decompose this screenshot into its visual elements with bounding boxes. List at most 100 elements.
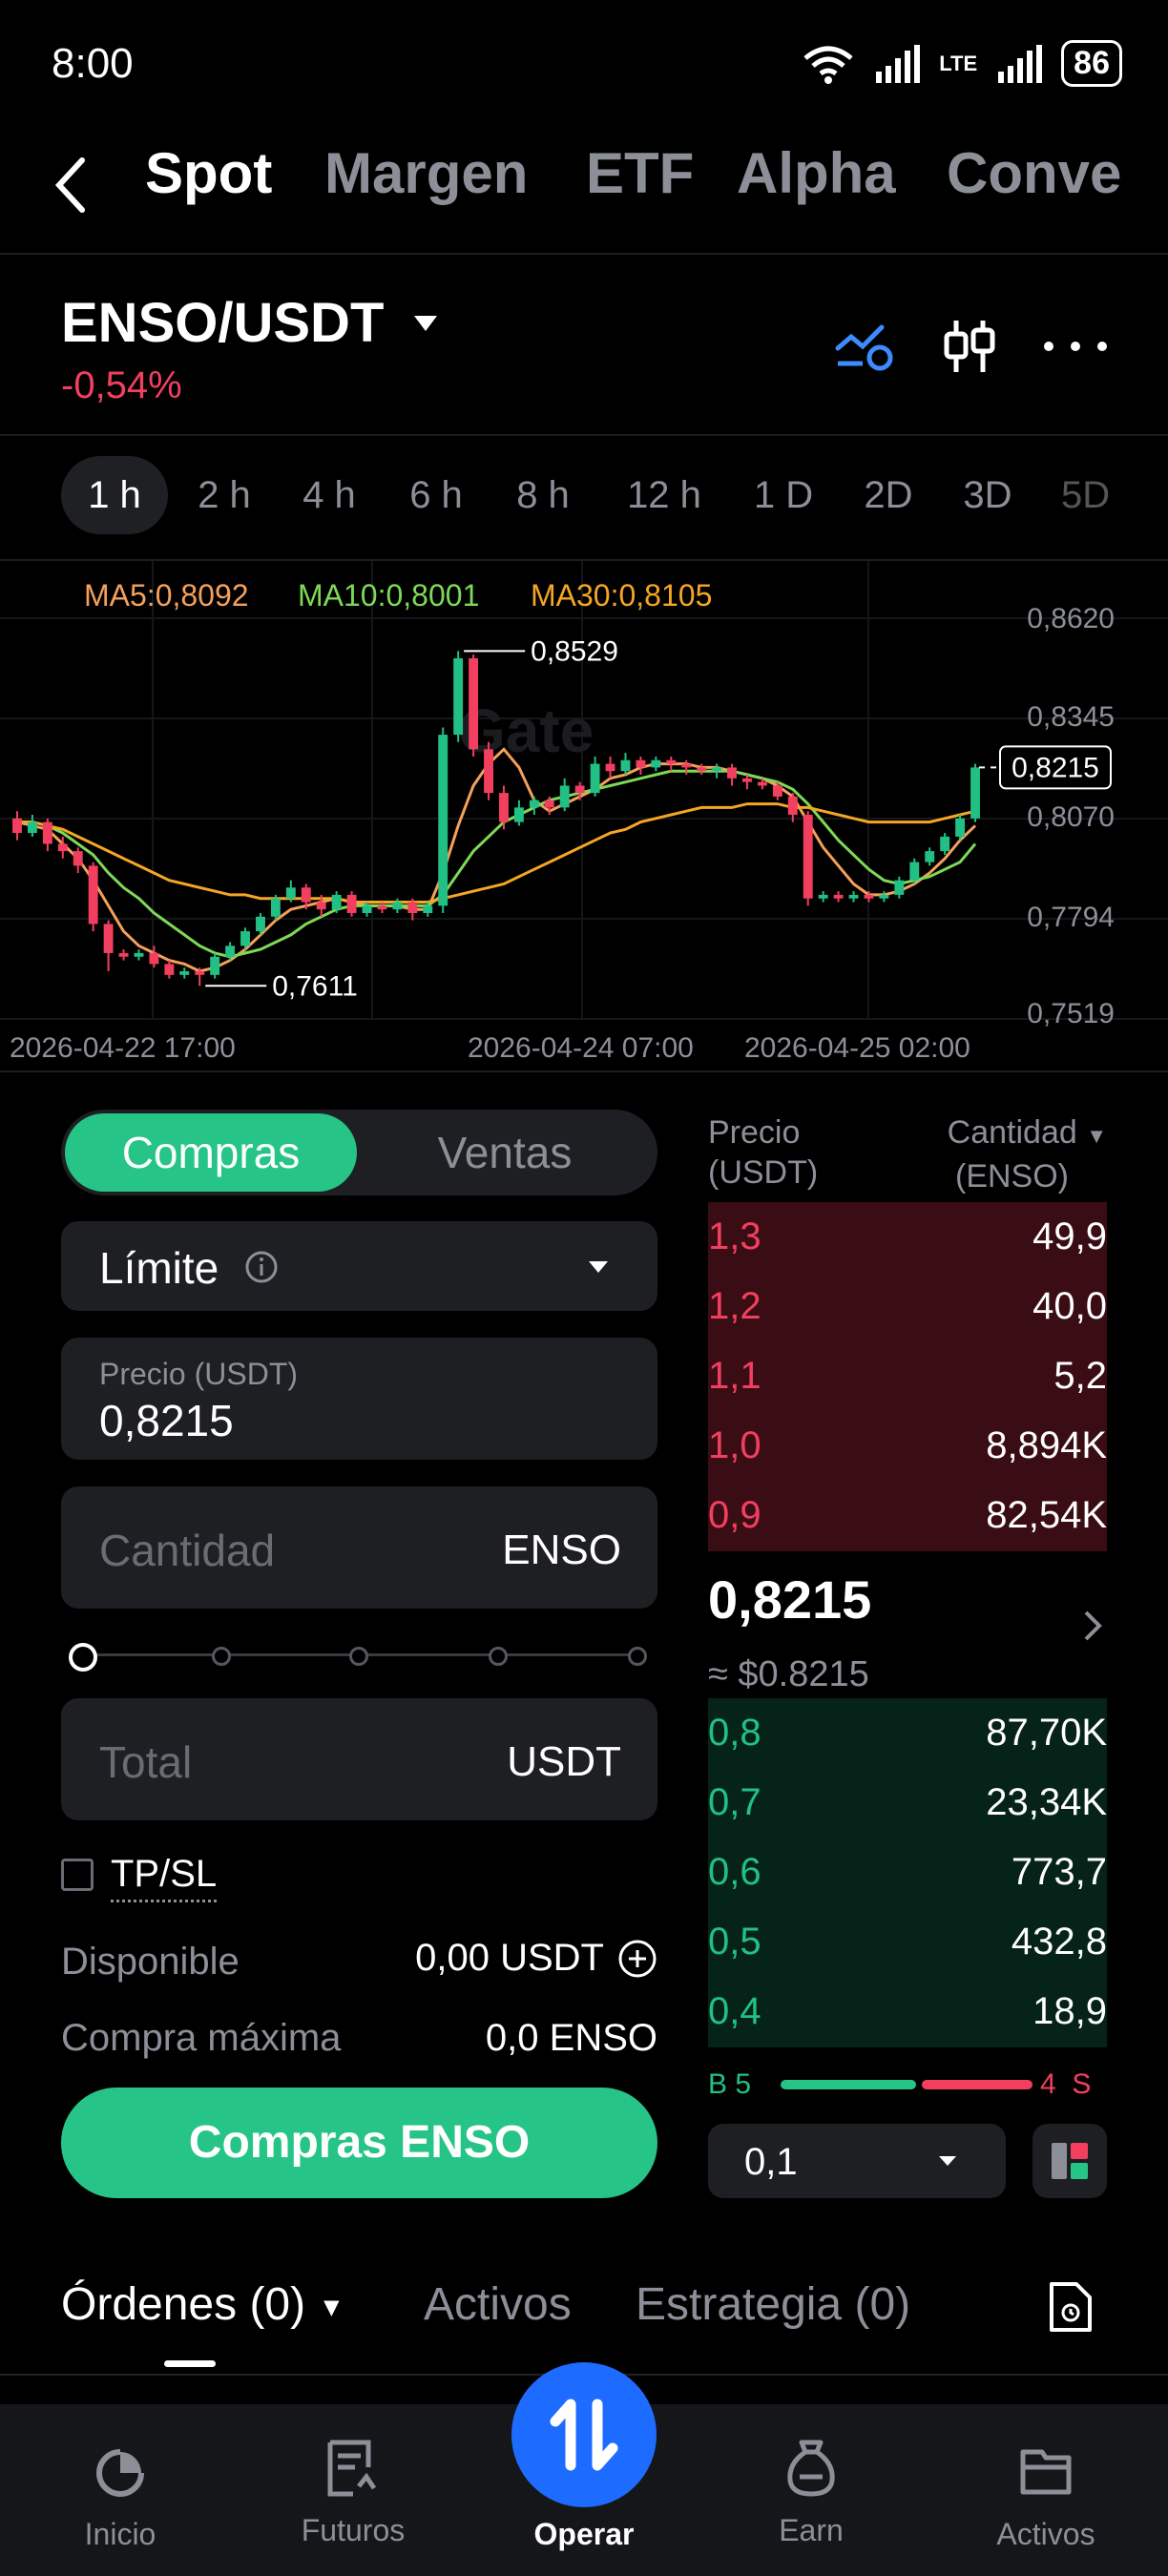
price-change: -0,54%	[61, 364, 182, 406]
bid-row[interactable]: 0,7 23,34K	[708, 1768, 1107, 1838]
timeframe-2h[interactable]: 2 h	[172, 456, 277, 534]
candle-body	[179, 971, 190, 975]
nav-futures[interactable]: Futuros	[258, 2404, 448, 2576]
tab-assets[interactable]: Activos	[424, 2278, 572, 2331]
timeframe-1h[interactable]: 1 h	[61, 456, 168, 534]
tab-margen[interactable]: Margen	[324, 140, 528, 206]
candle-body	[407, 902, 418, 913]
candle-body	[346, 894, 357, 913]
chevron-right-icon[interactable]	[1082, 1609, 1103, 1643]
nav-assets-label: Activos	[996, 2517, 1095, 2551]
timeframe-8h[interactable]: 8 h	[490, 456, 595, 534]
nav-home[interactable]: Inicio	[25, 2404, 216, 2576]
bottom-navigation: Inicio Futuros Operar Earn Activos	[0, 2362, 1168, 2576]
trade-button[interactable]	[511, 2362, 657, 2507]
tab-etf[interactable]: ETF	[586, 140, 694, 206]
tab-alpha[interactable]: Alpha	[737, 140, 896, 206]
timeframe-1d[interactable]: 1 D	[731, 456, 836, 534]
candle-body	[666, 759, 677, 764]
ask-row[interactable]: 1,3 49,9	[708, 1202, 1107, 1272]
amount-slider[interactable]	[67, 1641, 647, 1672]
nav-futures-label: Futuros	[301, 2513, 406, 2547]
orderbook-layout-button[interactable]	[1032, 2124, 1107, 2198]
ask-row[interactable]: 1,1 5,2	[708, 1341, 1107, 1411]
candle-body	[423, 905, 433, 913]
candle-body	[544, 800, 554, 808]
bid-row[interactable]: 0,6 773,7	[708, 1838, 1107, 1907]
sell-tab[interactable]: Ventas	[357, 1113, 653, 1192]
ask-row[interactable]: 0,9 82,54K	[708, 1481, 1107, 1550]
candle-body	[73, 851, 83, 866]
dropdown-caret-icon	[589, 1261, 608, 1273]
tpsl-checkbox[interactable]	[61, 1859, 94, 1891]
order-type-select[interactable]: Límite	[61, 1221, 657, 1311]
candle-body	[240, 931, 250, 946]
bid-row[interactable]: 0,4 18,9	[708, 1977, 1107, 2046]
timeframe-6h[interactable]: 6 h	[384, 456, 489, 534]
tab-strategy[interactable]: Estrategia (0)	[636, 2278, 910, 2331]
market-type-tabs: Spot Margen ETF Alpha Conve	[0, 140, 1168, 248]
nav-trade[interactable]: Operar	[489, 2362, 679, 2576]
slider-step-100[interactable]	[628, 1647, 647, 1666]
bid-qty: 432,8	[1011, 1921, 1107, 1963]
candle-body	[712, 767, 722, 772]
depth-select[interactable]: 0,1	[708, 2124, 1006, 2198]
add-circle-icon[interactable]	[617, 1939, 657, 1979]
more-options-icon[interactable]	[1042, 340, 1109, 353]
lte-label: LTE	[939, 51, 978, 75]
nav-earn[interactable]: Earn	[716, 2404, 907, 2576]
swap-arrows-icon	[550, 2399, 618, 2471]
total-input[interactable]: Total USDT	[61, 1698, 657, 1820]
timeframe-2d[interactable]: 2D	[836, 456, 941, 534]
back-arrow-icon[interactable]	[50, 155, 92, 216]
timeframe-3d[interactable]: 3D	[935, 456, 1040, 534]
ask-row[interactable]: 1,0 8,894K	[708, 1411, 1107, 1481]
amount-input[interactable]: Cantidad ENSO	[61, 1486, 657, 1609]
x-tick-label: 2026-04-22 17:00	[10, 1032, 236, 1064]
pair-name: ENSO/USDT	[61, 292, 385, 354]
candle-body	[438, 735, 448, 906]
candle-body	[925, 851, 935, 862]
sell-ratio-label: 4 S	[1040, 2068, 1092, 2100]
timeframe-4h[interactable]: 4 h	[277, 456, 382, 534]
sell-ratio-fill	[922, 2080, 1032, 2089]
candlestick-chart[interactable]: Gate 0,8620 0,8345 0,8070 0,7794 0,7519 2026-0…	[0, 561, 1168, 1067]
slider-step-75[interactable]	[489, 1647, 508, 1666]
total-unit: USDT	[507, 1738, 621, 1785]
divider	[0, 253, 1168, 255]
tab-convert[interactable]: Conve	[947, 140, 1121, 206]
timeframe-12h[interactable]: 12 h	[607, 456, 721, 534]
price-alert-icon[interactable]	[834, 320, 895, 373]
candle-body	[210, 956, 220, 975]
ask-qty: 82,54K	[986, 1494, 1107, 1536]
candle-body	[469, 657, 479, 750]
info-icon[interactable]	[244, 1250, 279, 1284]
pair-selector[interactable]: ENSO/USDT	[61, 291, 439, 355]
tab-orders[interactable]: Órdenes (0) ▼	[61, 2278, 344, 2331]
submit-buy-button[interactable]: Compras ENSO	[61, 2088, 657, 2198]
candle-body	[864, 894, 874, 899]
buy-tab[interactable]: Compras	[65, 1113, 357, 1192]
y-tick-label: 0,8620	[1027, 603, 1115, 634]
slider-step-50[interactable]	[349, 1647, 368, 1666]
nav-assets[interactable]: Activos	[950, 2404, 1141, 2576]
candle-body	[742, 778, 752, 782]
candlestick-chart-icon[interactable]	[941, 317, 998, 376]
bid-row[interactable]: 0,8 87,70K	[708, 1698, 1107, 1768]
price-input[interactable]: Precio (USDT) 0,8215	[61, 1338, 657, 1460]
tpsl-label[interactable]: TP/SL	[111, 1853, 218, 1902]
timeframe-5d[interactable]: 5D	[1042, 456, 1118, 534]
bid-row[interactable]: 0,5 432,8	[708, 1907, 1107, 1977]
ask-row[interactable]: 1,2 40,0	[708, 1272, 1107, 1341]
order-history-icon[interactable]	[1048, 2280, 1094, 2334]
ob-qty-header[interactable]: Cantidad ▼ (ENSO)	[897, 1112, 1107, 1196]
slider-handle[interactable]	[69, 1643, 97, 1672]
tab-spot[interactable]: Spot	[145, 140, 272, 206]
candle-body	[377, 905, 387, 910]
nav-earn-label: Earn	[779, 2513, 844, 2547]
candle-body	[118, 952, 129, 957]
candle-body	[636, 759, 646, 768]
candle-body	[453, 657, 464, 736]
ask-price: 1,3	[708, 1215, 761, 1257]
slider-step-25[interactable]	[212, 1647, 231, 1666]
